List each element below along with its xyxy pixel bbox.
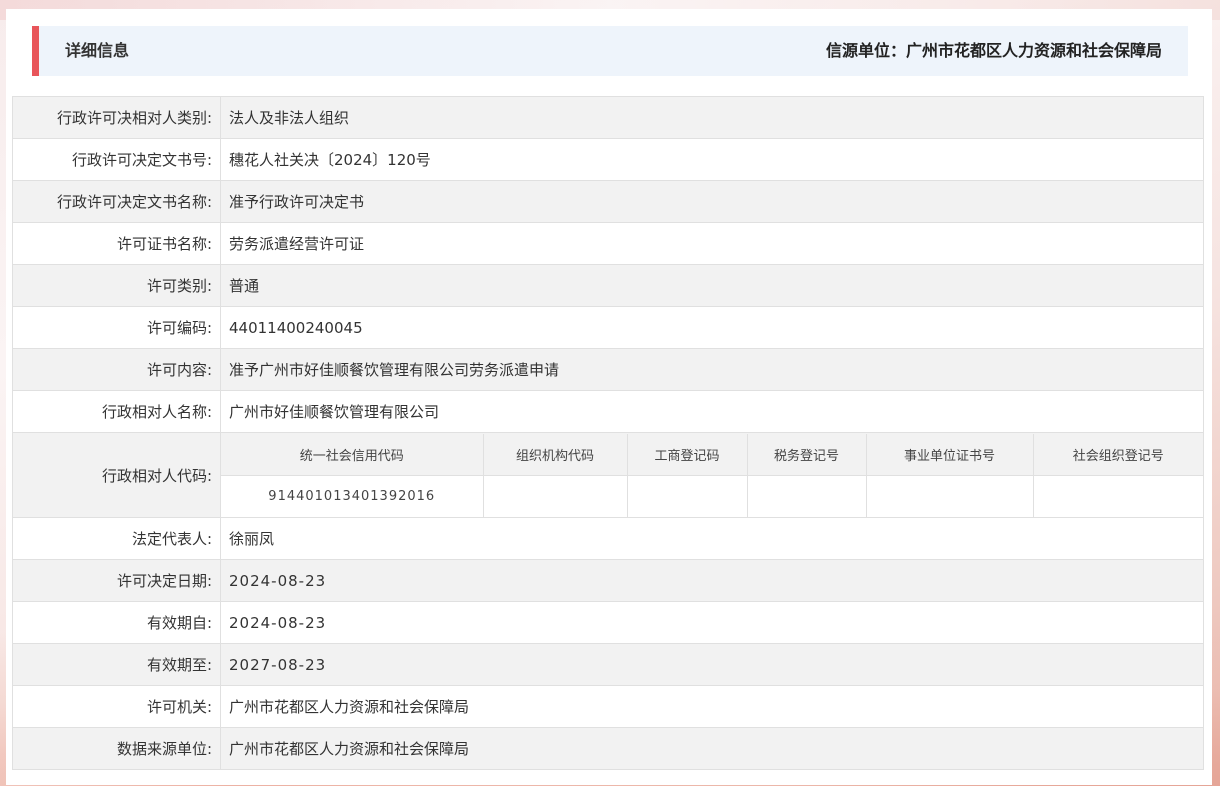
row-value: 2024-08-23 [220,601,1204,644]
row-certificate-name: 许可证书名称: 劳务派遣经营许可证 [12,222,1204,265]
header-credit-code: 统一社会信用代码 [221,433,484,476]
header-social-org-reg-number: 社会组织登记号 [1032,433,1203,476]
row-label: 许可编码: [12,306,221,349]
row-value: 劳务派遣经营许可证 [220,222,1204,265]
row-label: 行政许可决定文书号: [12,138,221,181]
row-label: 有效期自: [12,601,221,644]
row-label: 法定代表人: [12,517,221,560]
row-value: 44011400240045 [220,306,1204,349]
value-social-org-reg-number [1032,474,1203,517]
code-subtable-cell: 统一社会信用代码 组织机构代码 工商登记码 税务登记号 事业单位证书号 社会组织… [220,432,1204,518]
row-valid-to: 有效期至: 2027-08-23 [12,643,1204,686]
header-title: 详细信息 [65,41,130,60]
code-subtable-header: 统一社会信用代码 组织机构代码 工商登记码 税务登记号 事业单位证书号 社会组织… [221,433,1203,476]
row-value: 广州市好佳顺餐饮管理有限公司 [220,390,1204,433]
row-data-source-unit: 数据来源单位: 广州市花都区人力资源和社会保障局 [12,727,1204,770]
header-business-reg-code: 工商登记码 [626,433,748,476]
header-source-unit: 信源单位：广州市花都区人力资源和社会保障局 [825,41,1162,60]
header-org-code: 组织机构代码 [482,433,628,476]
row-decision-doc-name: 行政许可决定文书名称: 准予行政许可决定书 [12,180,1204,223]
detail-panel: 详细信息 信源单位：广州市花都区人力资源和社会保障局 行政许可决相对人类别: 法… [6,9,1212,785]
row-license-type: 许可类别: 普通 [12,264,1204,307]
row-label: 许可决定日期: [12,559,221,602]
row-label: 许可证书名称: [12,222,221,265]
row-value: 准予行政许可决定书 [220,180,1204,223]
row-value: 法人及非法人组织 [220,96,1204,139]
value-tax-reg-number [746,474,867,517]
value-org-code [482,474,628,517]
row-legal-representative: 法定代表人: 徐丽凤 [12,517,1204,560]
row-label: 行政相对人代码: [12,432,221,518]
row-license-content: 许可内容: 准予广州市好佳顺餐饮管理有限公司劳务派遣申请 [12,348,1204,391]
row-value: 广州市花都区人力资源和社会保障局 [220,685,1204,728]
row-counterpart-code: 行政相对人代码: 统一社会信用代码 组织机构代码 工商登记码 税务登记号 事业单… [12,432,1204,518]
row-label: 许可机关: [12,685,221,728]
code-subtable-values: 914401013401392016 [221,474,1203,517]
row-value: 徐丽凤 [220,517,1204,560]
value-credit-code: 914401013401392016 [221,474,484,517]
header-accent-bar [32,26,39,76]
header-institution-cert-number: 事业单位证书号 [865,433,1034,476]
row-label: 行政相对人名称: [12,390,221,433]
value-institution-cert-number [865,474,1034,517]
row-value: 2027-08-23 [220,643,1204,686]
row-counterpart-name: 行政相对人名称: 广州市好佳顺餐饮管理有限公司 [12,390,1204,433]
header-tax-reg-number: 税务登记号 [746,433,867,476]
panel-header: 详细信息 信源单位：广州市花都区人力资源和社会保障局 [32,26,1188,76]
row-value: 准予广州市好佳顺餐饮管理有限公司劳务派遣申请 [220,348,1204,391]
row-label: 行政许可决相对人类别: [12,96,221,139]
row-license-code: 许可编码: 44011400240045 [12,306,1204,349]
detail-table: 行政许可决相对人类别: 法人及非法人组织 行政许可决定文书号: 穗花人社关决〔2… [12,96,1204,770]
row-decision-date: 许可决定日期: 2024-08-23 [12,559,1204,602]
row-value: 2024-08-23 [220,559,1204,602]
row-label: 有效期至: [12,643,221,686]
code-subtable: 统一社会信用代码 组织机构代码 工商登记码 税务登记号 事业单位证书号 社会组织… [221,433,1203,517]
row-decision-doc-number: 行政许可决定文书号: 穗花人社关决〔2024〕120号 [12,138,1204,181]
row-valid-from: 有效期自: 2024-08-23 [12,601,1204,644]
row-value: 穗花人社关决〔2024〕120号 [220,138,1204,181]
value-business-reg-code [626,474,748,517]
row-value: 广州市花都区人力资源和社会保障局 [220,727,1204,770]
row-label: 数据来源单位: [12,727,221,770]
row-label: 许可内容: [12,348,221,391]
row-label: 行政许可决定文书名称: [12,180,221,223]
row-value: 普通 [220,264,1204,307]
row-label: 许可类别: [12,264,221,307]
row-licensing-authority: 许可机关: 广州市花都区人力资源和社会保障局 [12,685,1204,728]
row-counterpart-category: 行政许可决相对人类别: 法人及非法人组织 [12,96,1204,139]
